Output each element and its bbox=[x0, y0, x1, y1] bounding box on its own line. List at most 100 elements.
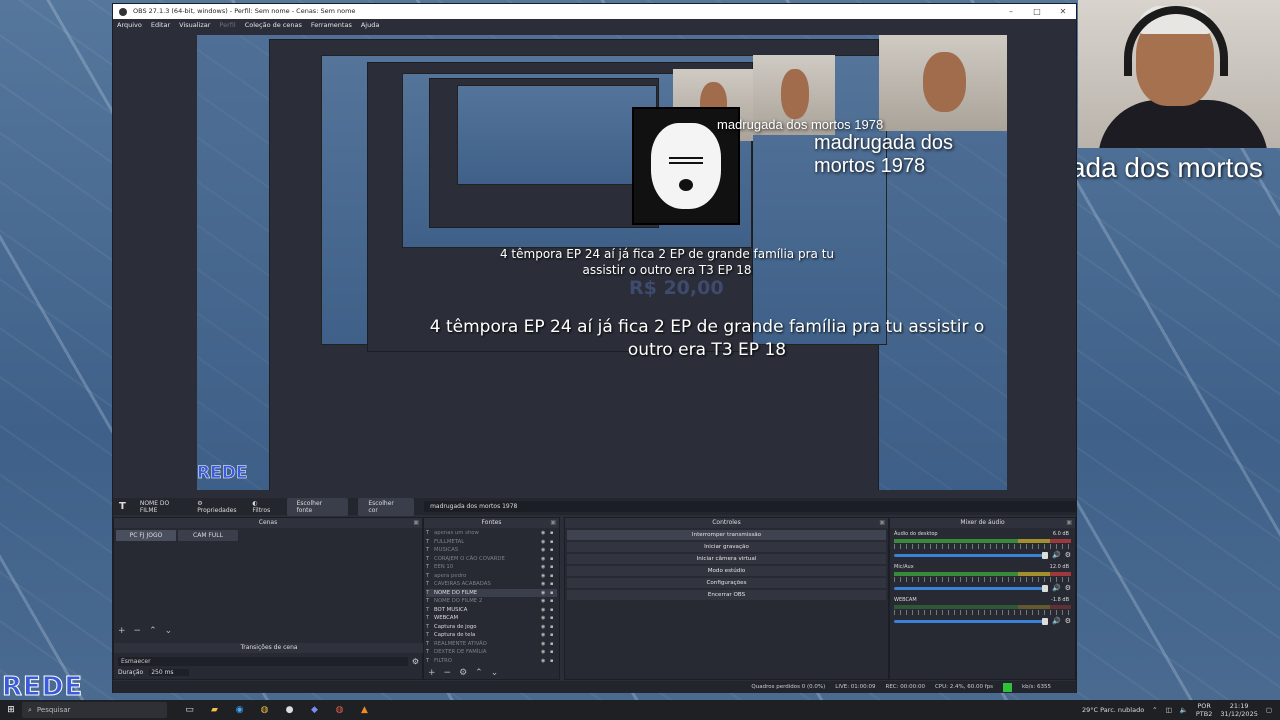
menu-arquivo[interactable]: Arquivo bbox=[117, 19, 142, 32]
vlc-icon[interactable]: ▲ bbox=[352, 705, 377, 715]
start-recording-button[interactable]: Iniciar gravação bbox=[567, 542, 886, 552]
visibility-eye-icon[interactable]: ◉ bbox=[541, 607, 550, 613]
volume-slider[interactable] bbox=[894, 551, 1048, 559]
slider-handle[interactable] bbox=[1042, 617, 1048, 625]
settings-button[interactable]: Configurações bbox=[567, 578, 886, 588]
lock-icon[interactable]: ▪ bbox=[550, 632, 557, 638]
discord-icon[interactable]: ◆ bbox=[302, 705, 327, 715]
lock-icon[interactable]: ▪ bbox=[550, 658, 557, 664]
source-settings-icon[interactable]: ⚙ bbox=[459, 668, 467, 678]
preview-canvas[interactable]: R$ 20,00 4 têmpora EP 24 aí já fica 2 EP… bbox=[197, 35, 1007, 490]
slider-handle[interactable] bbox=[1042, 584, 1048, 592]
lock-icon[interactable]: ▪ bbox=[550, 598, 557, 604]
language-indicator[interactable]: POR PTB2 bbox=[1196, 702, 1213, 718]
close-icon[interactable]: ✕ bbox=[1050, 4, 1076, 19]
remove-scene-icon[interactable]: − bbox=[134, 626, 142, 636]
visibility-eye-icon[interactable]: ◉ bbox=[541, 632, 550, 638]
visibility-eye-icon[interactable]: ◉ bbox=[541, 556, 550, 562]
visibility-eye-icon[interactable]: ◉ bbox=[541, 615, 550, 621]
source-up-icon[interactable]: ⌃ bbox=[475, 668, 483, 678]
source-item[interactable]: T EEN 10 ◉ ▪ bbox=[426, 563, 557, 572]
speaker-icon[interactable]: 🔊 bbox=[1052, 617, 1061, 625]
source-item[interactable]: T BOT MUSICA ◉ ▪ bbox=[426, 606, 557, 615]
source-item[interactable]: T CORAJEM O CÃO COVARDE ◉ ▪ bbox=[426, 555, 557, 564]
source-item[interactable]: T MUSICAS ◉ ▪ bbox=[426, 546, 557, 555]
choose-color-button[interactable]: Escolher cor bbox=[358, 497, 415, 516]
visibility-eye-icon[interactable]: ◉ bbox=[541, 581, 550, 587]
visibility-eye-icon[interactable]: ◉ bbox=[541, 649, 550, 655]
source-item[interactable]: Tapenas um show ◉ ▪ bbox=[426, 529, 557, 538]
visibility-eye-icon[interactable]: ◉ bbox=[541, 590, 550, 596]
dock-popout-icon[interactable]: ▣ bbox=[413, 518, 419, 528]
edge-icon[interactable]: ◉ bbox=[227, 705, 252, 715]
windows-start-icon[interactable]: ⊞ bbox=[0, 705, 22, 715]
menu-colecao-cenas[interactable]: Coleção de cenas bbox=[245, 19, 302, 32]
dock-popout-icon[interactable]: ▣ bbox=[879, 518, 885, 528]
transition-gear-icon[interactable]: ⚙ bbox=[412, 657, 419, 666]
visibility-eye-icon[interactable]: ◉ bbox=[541, 564, 550, 570]
source-item[interactable]: T FULLMETAL ◉ ▪ bbox=[426, 538, 557, 547]
volume-icon[interactable]: 🔈 bbox=[1180, 706, 1188, 714]
lock-icon[interactable]: ▪ bbox=[550, 641, 557, 647]
scene-pc-fj-jogo[interactable]: PC FJ JOGO bbox=[116, 530, 176, 541]
visibility-eye-icon[interactable]: ◉ bbox=[541, 547, 550, 553]
visibility-eye-icon[interactable]: ◉ bbox=[541, 598, 550, 604]
source-item[interactable]: T NOME DO FILME 2 ◉ ▪ bbox=[426, 597, 557, 606]
visibility-eye-icon[interactable]: ◉ bbox=[541, 641, 550, 647]
transition-select[interactable]: Esmaecer bbox=[118, 657, 408, 666]
duration-input[interactable]: 250 ms bbox=[149, 669, 190, 676]
source-item[interactable]: T CAVEIRAS ACABADAS ◉ ▪ bbox=[426, 580, 557, 589]
lock-icon[interactable]: ▪ bbox=[550, 624, 557, 630]
add-scene-icon[interactable]: + bbox=[118, 626, 126, 636]
network-icon[interactable]: ◫ bbox=[1166, 706, 1172, 714]
lock-icon[interactable]: ▪ bbox=[550, 564, 557, 570]
start-virtual-camera-button[interactable]: Iniciar câmera virtual bbox=[567, 554, 886, 564]
dock-popout-icon[interactable]: ▣ bbox=[1066, 518, 1072, 528]
scene-up-icon[interactable]: ⌃ bbox=[149, 626, 157, 636]
source-down-icon[interactable]: ⌄ bbox=[491, 668, 499, 678]
minimize-icon[interactable]: – bbox=[998, 4, 1024, 19]
task-view-icon[interactable]: ▭ bbox=[177, 705, 202, 715]
dock-popout-icon[interactable]: ▣ bbox=[550, 518, 556, 528]
visibility-eye-icon[interactable]: ◉ bbox=[541, 658, 550, 664]
studio-mode-button[interactable]: Modo estúdio bbox=[567, 566, 886, 576]
properties-button[interactable]: ⚙ Propriedades bbox=[197, 500, 242, 514]
maximize-icon[interactable]: □ bbox=[1024, 4, 1050, 19]
volume-slider[interactable] bbox=[894, 617, 1048, 625]
obs-taskbar-icon[interactable]: ● bbox=[277, 705, 302, 715]
lock-icon[interactable]: ▪ bbox=[550, 547, 557, 553]
speaker-icon[interactable]: 🔊 bbox=[1052, 584, 1061, 592]
weather-widget[interactable]: 29°C Parc. nublado bbox=[1082, 706, 1144, 714]
lock-icon[interactable]: ▪ bbox=[550, 539, 557, 545]
chrome-2-icon[interactable]: ◍ bbox=[327, 705, 352, 715]
choose-font-button[interactable]: Escolher fonte bbox=[286, 497, 349, 516]
lock-icon[interactable]: ▪ bbox=[550, 556, 557, 562]
slider-handle[interactable] bbox=[1042, 551, 1048, 559]
source-item[interactable]: T DEXTER DE FAMÍLIA ◉ ▪ bbox=[426, 648, 557, 657]
source-item[interactable]: T NOME DO FILME ◉ ▪ bbox=[426, 588, 557, 597]
chrome-icon[interactable]: ◍ bbox=[252, 705, 277, 715]
gear-icon[interactable]: ⚙ bbox=[1065, 551, 1071, 559]
source-item[interactable]: Tapera pedro ◉ ▪ bbox=[426, 572, 557, 581]
scene-cam-full[interactable]: CAM FULL bbox=[178, 530, 238, 541]
gear-icon[interactable]: ⚙ bbox=[1065, 584, 1071, 592]
menu-ferramentas[interactable]: Ferramentas bbox=[311, 19, 352, 32]
file-explorer-icon[interactable]: ▰ bbox=[202, 705, 227, 715]
menu-ajuda[interactable]: Ajuda bbox=[361, 19, 379, 32]
visibility-eye-icon[interactable]: ◉ bbox=[541, 530, 550, 536]
lock-icon[interactable]: ▪ bbox=[550, 573, 557, 579]
scene-down-icon[interactable]: ⌄ bbox=[165, 626, 173, 636]
visibility-eye-icon[interactable]: ◉ bbox=[541, 624, 550, 630]
source-item[interactable]: T FILTRO ◉ ▪ bbox=[426, 657, 557, 666]
exit-button[interactable]: Encerrar OBS bbox=[567, 590, 886, 600]
stop-streaming-button[interactable]: Interromper transmissão bbox=[567, 530, 886, 540]
lock-icon[interactable]: ▪ bbox=[550, 590, 557, 596]
source-item[interactable]: T WEBCAM ◉ ▪ bbox=[426, 614, 557, 623]
visibility-eye-icon[interactable]: ◉ bbox=[541, 539, 550, 545]
lock-icon[interactable]: ▪ bbox=[550, 581, 557, 587]
source-item[interactable]: T REALMENTE ATIVÃO ◉ ▪ bbox=[426, 640, 557, 649]
lock-icon[interactable]: ▪ bbox=[550, 530, 557, 536]
menu-editar[interactable]: Editar bbox=[151, 19, 170, 32]
source-item[interactable]: T Captura de jogo ◉ ▪ bbox=[426, 623, 557, 632]
filters-button[interactable]: ◐ Filtros bbox=[252, 500, 276, 514]
